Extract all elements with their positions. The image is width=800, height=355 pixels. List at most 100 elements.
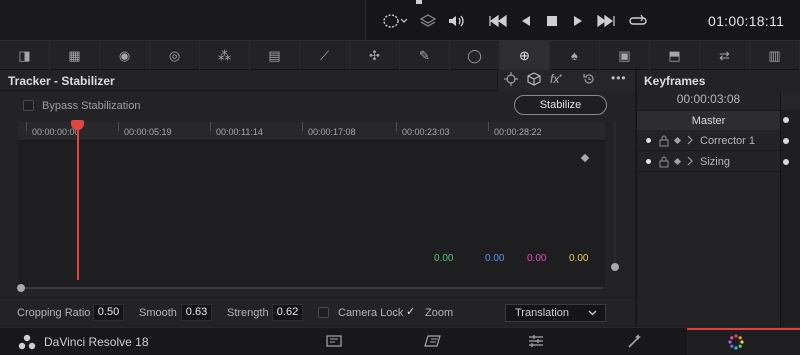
- cut-page-icon[interactable]: [424, 333, 444, 352]
- zoom-checkbox[interactable]: ✓: [406, 307, 417, 318]
- cropping-ratio-field[interactable]: 0.50: [93, 304, 124, 321]
- vertical-scrollbar[interactable]: [614, 123, 616, 269]
- davinci-logo-icon: [18, 334, 36, 353]
- fx-icon[interactable]: fx•: [550, 72, 562, 86]
- keyframe-marker[interactable]: [580, 153, 590, 163]
- color-match-icon[interactable]: ▦: [50, 41, 100, 70]
- horizontal-zoom-handle[interactable]: [17, 284, 25, 292]
- previous-frame-icon[interactable]: [519, 12, 533, 35]
- blur-icon[interactable]: ▣: [600, 41, 650, 70]
- layers-icon[interactable]: [419, 12, 437, 35]
- camera-raw-icon[interactable]: ◨: [0, 41, 50, 70]
- ruler-tick: [396, 122, 397, 131]
- keyframe-ruler[interactable]: [781, 92, 800, 110]
- keyframe-point[interactable]: [783, 138, 789, 144]
- keyframe-row-corrector[interactable]: Corrector 1: [637, 131, 780, 151]
- more-icon[interactable]: •••: [611, 71, 627, 85]
- ruler-timecode: 00:00:17:08: [308, 127, 356, 137]
- top-left-panel: [0, 0, 365, 40]
- ruler-timecode: 00:00:23:03: [402, 127, 450, 137]
- loop-icon[interactable]: [628, 12, 648, 35]
- bypass-stabilization-label: Bypass Stabilization: [42, 100, 141, 112]
- timeline-ruler[interactable]: 00:00:00:00 00:00:05:19 00:00:11:14 00:00:1…: [18, 122, 605, 141]
- tracker-icon[interactable]: ⊕: [500, 41, 550, 70]
- enable-dot-icon[interactable]: [646, 159, 651, 164]
- stabilize-button[interactable]: Stabilize: [514, 95, 607, 115]
- bypass-stabilization-checkbox[interactable]: [23, 100, 34, 111]
- media-page-icon[interactable]: [325, 333, 343, 352]
- color-warper-icon[interactable]: ✣: [350, 41, 400, 70]
- value-x: 0.00: [434, 253, 454, 264]
- keyframe-row-sizing[interactable]: Sizing: [637, 152, 780, 172]
- dropdown-value: Translation: [515, 307, 570, 319]
- curves-icon[interactable]: ⟋: [300, 41, 350, 70]
- ruler-tick: [210, 122, 211, 131]
- keyframe-point[interactable]: [783, 159, 789, 165]
- tracker-panel: Tracker - Stabilizer fx• ••• Bypass Stab…: [0, 70, 635, 327]
- stop-icon[interactable]: [545, 12, 559, 35]
- camera-lock-checkbox[interactable]: [318, 307, 329, 318]
- ruler-tick: [302, 122, 303, 131]
- lock-icon[interactable]: [658, 155, 670, 171]
- fusion-page-icon[interactable]: [626, 333, 644, 352]
- keyframe-row-label: Corrector 1: [700, 135, 756, 147]
- rgb-mixer-icon[interactable]: ⁂: [200, 41, 250, 70]
- strength-field[interactable]: 0.62: [272, 304, 303, 321]
- cube-icon[interactable]: [526, 72, 542, 89]
- vertical-zoom-handle[interactable]: [611, 263, 619, 271]
- viewer-scrub-bar[interactable]: [366, 0, 800, 4]
- keyframe-diamond-icon[interactable]: [673, 136, 682, 145]
- scrub-handle[interactable]: [416, 0, 422, 4]
- color-page-icon[interactable]: [727, 333, 745, 354]
- hdr-icon[interactable]: ◎: [150, 41, 200, 70]
- tracker-graph[interactable]: 00:00:00:00 00:00:05:19 00:00:11:14 00:00:1…: [18, 120, 605, 287]
- horizontal-scrollbar[interactable]: [20, 287, 603, 289]
- cropping-ratio-label: Cropping Ratio: [17, 307, 91, 319]
- keyframe-master-row[interactable]: Master: [637, 110, 780, 130]
- panel-title: Tracker - Stabilizer: [8, 74, 115, 88]
- status-bar: DaVinci Resolve 18: [0, 327, 800, 355]
- ruler-tick: [488, 122, 489, 131]
- color-palette-toolbar: ◨ ▦ ◉ ◎ ⁂ ▤ ⟋ ✣ ✎ ◯ ⊕ ♠ ▣ ⬒ ⇄ ▥: [0, 40, 800, 70]
- app-name: DaVinci Resolve 18: [44, 335, 149, 349]
- stabilization-mode-dropdown[interactable]: Translation: [505, 304, 606, 322]
- camera-lock-label: Camera Lock: [338, 307, 404, 319]
- viewer-timecode[interactable]: 01:00:18:11: [708, 13, 784, 29]
- chevron-right-icon[interactable]: [686, 134, 694, 149]
- chevron-down-icon: [588, 305, 597, 327]
- window-icon[interactable]: ◯: [450, 41, 500, 70]
- keyframe-timecode[interactable]: 00:00:03:08: [637, 92, 780, 110]
- motion-effects-icon[interactable]: ▤: [250, 41, 300, 70]
- ruler-tick: [26, 122, 27, 131]
- reset-icon[interactable]: [582, 72, 596, 89]
- play-icon[interactable]: [571, 12, 585, 35]
- value-y: 0.00: [485, 253, 505, 264]
- loop-select-icon[interactable]: [382, 12, 408, 35]
- strength-label: Strength: [227, 307, 269, 319]
- qualifier-icon[interactable]: ✎: [400, 41, 450, 70]
- key-icon[interactable]: ⬒: [650, 41, 700, 70]
- magic-mask-icon[interactable]: ♠: [550, 41, 600, 70]
- chevron-right-icon[interactable]: [686, 155, 694, 170]
- keyframe-diamond-icon[interactable]: [673, 157, 682, 166]
- tracker-header: Tracker - Stabilizer fx• •••: [0, 70, 635, 91]
- smooth-field[interactable]: 0.63: [181, 304, 212, 321]
- ruler-tick: [118, 122, 119, 131]
- 3d-icon[interactable]: ▥: [750, 41, 800, 70]
- panel-title: Keyframes: [644, 74, 706, 88]
- lock-icon[interactable]: [658, 134, 670, 150]
- enable-dot-icon[interactable]: [646, 138, 651, 143]
- edit-page-icon[interactable]: [527, 333, 545, 352]
- volume-icon[interactable]: [447, 12, 465, 35]
- skip-to-start-icon[interactable]: [488, 12, 508, 35]
- sizing-icon[interactable]: ⇄: [700, 41, 750, 70]
- ruler-timecode: 00:00:05:19: [124, 127, 172, 137]
- keyframes-panel: Keyframes 00:00:03:08 Master Corrector 1…: [636, 70, 800, 327]
- primaries-icon[interactable]: ◉: [100, 41, 150, 70]
- skip-to-end-icon[interactable]: [596, 12, 616, 35]
- zoom-label: Zoom: [425, 307, 454, 319]
- crosshair-icon[interactable]: [504, 72, 518, 89]
- keyframe-point[interactable]: [783, 117, 789, 123]
- keyframe-timeline[interactable]: [780, 92, 800, 327]
- playhead[interactable]: [77, 122, 79, 280]
